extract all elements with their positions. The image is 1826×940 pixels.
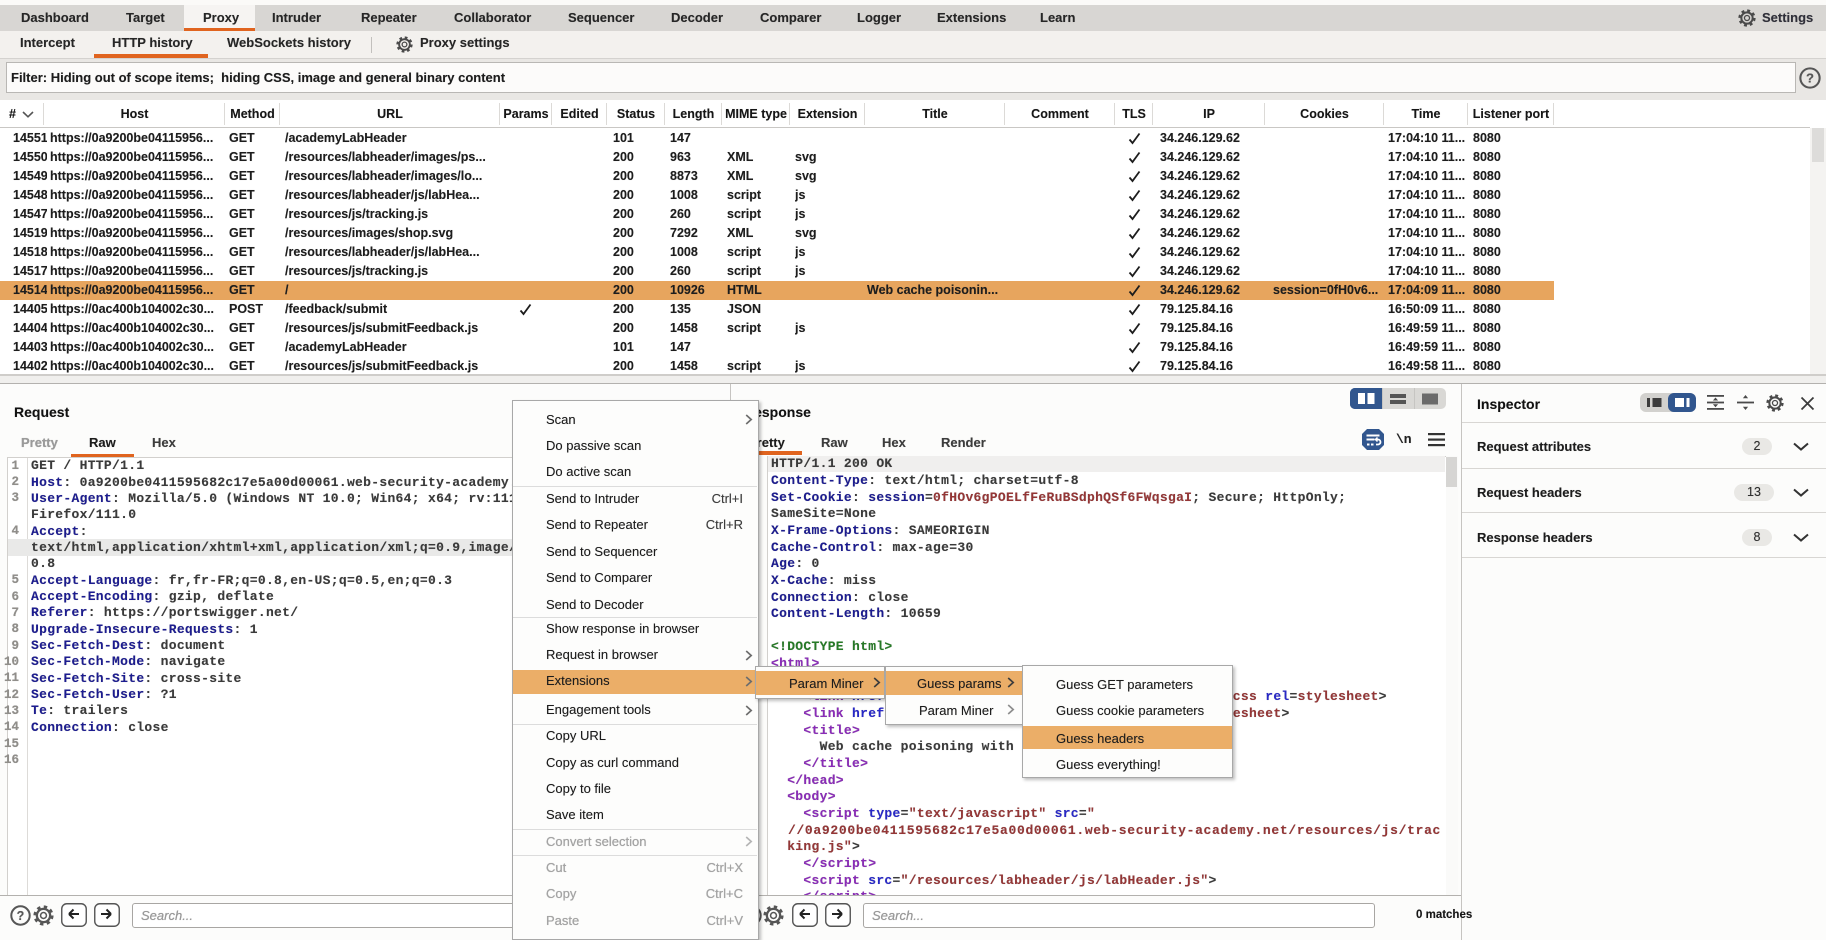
svg-text:?: ? [1806,71,1814,86]
svg-text:?: ? [17,909,25,923]
